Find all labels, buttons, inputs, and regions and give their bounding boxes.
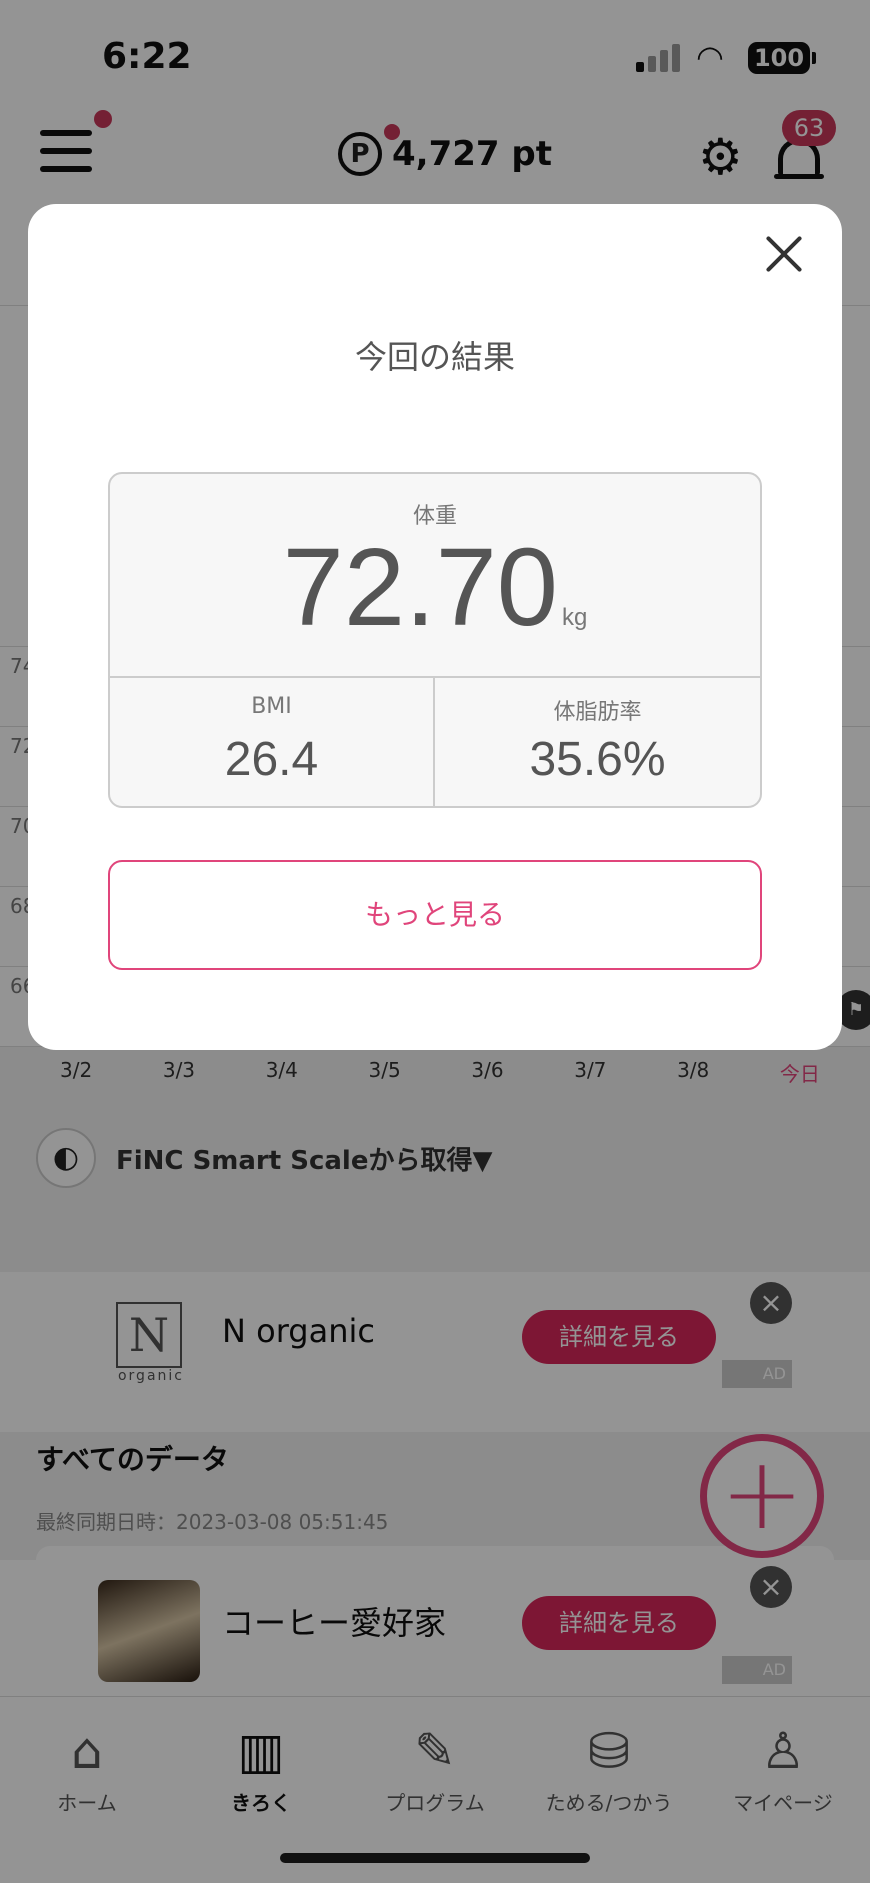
body-fat-cell: 体脂肪率 35.6% (435, 678, 760, 806)
weight-section: 体重 72.70 kg (110, 474, 760, 678)
bmi-value: 26.4 (224, 733, 319, 786)
weight-unit: kg (561, 604, 588, 631)
bmi-cell: BMI 26.4 (110, 678, 435, 806)
weight-value-row: 72.70 kg (110, 524, 760, 651)
home-indicator[interactable] (280, 1853, 590, 1863)
body-fat-label: 体脂肪率 (553, 700, 642, 725)
close-icon[interactable] (758, 228, 810, 280)
result-box: 体重 72.70 kg BMI 26.4 体脂肪率 35.6% (108, 472, 762, 808)
weight-value: 72.70 (282, 526, 558, 649)
modal-title: 今回の結果 (354, 338, 515, 376)
body-fat-value: 35.6% (529, 733, 666, 786)
result-modal: 今回の結果 体重 72.70 kg BMI 26.4 体脂肪率 35.6% もっと… (28, 204, 842, 1050)
bmi-label: BMI (251, 694, 292, 719)
see-more-button[interactable]: もっと見る (108, 860, 762, 970)
